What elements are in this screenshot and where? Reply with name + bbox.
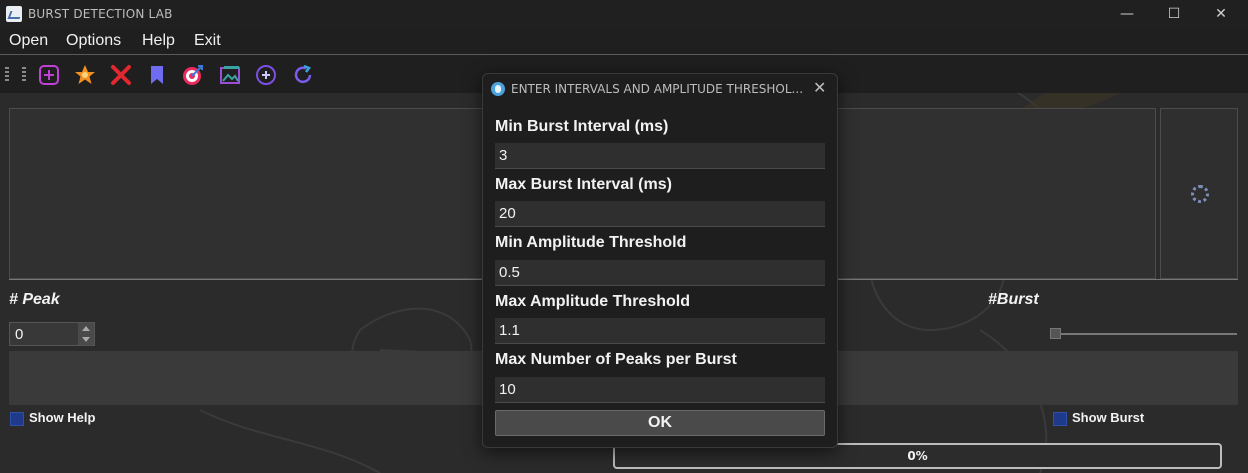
peak-value: 0 xyxy=(15,326,24,343)
zoom-in-icon[interactable] xyxy=(255,64,277,86)
burst-label: #Burst xyxy=(988,291,1039,308)
side-plot-area xyxy=(1160,108,1238,279)
show-burst-label[interactable]: Show Burst xyxy=(1072,410,1144,425)
max-peaks-per-burst-input[interactable] xyxy=(495,377,825,403)
menu-bar: Open Options Help Exit xyxy=(0,30,1248,55)
show-burst-checkbox[interactable] xyxy=(1053,412,1067,426)
delete-icon[interactable] xyxy=(110,64,132,86)
maximize-button[interactable]: ☐ xyxy=(1151,0,1197,30)
menu-help[interactable]: Help xyxy=(142,32,175,50)
toolbar-grip[interactable] xyxy=(5,67,9,83)
add-icon[interactable] xyxy=(38,64,60,86)
peak-spinbox[interactable]: 0 xyxy=(9,322,95,346)
max-burst-interval-label: Max Burst Interval (ms) xyxy=(495,176,672,193)
min-burst-interval-label: Min Burst Interval (ms) xyxy=(495,118,669,135)
show-help-checkbox[interactable] xyxy=(10,412,24,426)
minimize-button[interactable]: — xyxy=(1104,0,1150,30)
dialog-close-icon[interactable]: ✕ xyxy=(813,78,826,97)
show-help-label[interactable]: Show Help xyxy=(29,410,95,425)
threshold-dialog: ENTER INTERVALS AND AMPLITUDE THRESHOL..… xyxy=(482,73,838,448)
burst-slider-track[interactable] xyxy=(1052,333,1237,335)
dialog-title: ENTER INTERVALS AND AMPLITUDE THRESHOL..… xyxy=(511,82,804,96)
chevron-up-icon[interactable] xyxy=(82,326,90,331)
min-amplitude-threshold-label: Min Amplitude Threshold xyxy=(495,234,687,251)
target-icon[interactable] xyxy=(182,64,204,86)
min-amplitude-threshold-input[interactable] xyxy=(495,260,825,286)
close-button[interactable]: ✕ xyxy=(1198,0,1244,30)
progress-text: 0% xyxy=(907,449,928,463)
refresh-icon[interactable] xyxy=(292,64,314,86)
ok-button[interactable]: OK xyxy=(495,410,825,436)
star-icon[interactable] xyxy=(74,64,96,86)
app-logo-icon xyxy=(6,6,22,22)
chevron-down-icon[interactable] xyxy=(82,337,90,342)
max-amplitude-threshold-input[interactable] xyxy=(495,318,825,344)
max-peaks-per-burst-label: Max Number of Peaks per Burst xyxy=(495,351,737,368)
loading-spinner-icon xyxy=(1191,185,1209,203)
window-title: BURST DETECTION LAB xyxy=(28,7,173,21)
menu-open[interactable]: Open xyxy=(9,32,48,50)
image-icon[interactable] xyxy=(219,64,241,86)
window-titlebar[interactable]: BURST DETECTION LAB — ☐ ✕ xyxy=(0,0,1248,30)
burst-slider-handle[interactable] xyxy=(1050,328,1061,339)
menu-exit[interactable]: Exit xyxy=(194,32,221,50)
max-amplitude-threshold-label: Max Amplitude Threshold xyxy=(495,293,690,310)
bookmark-icon[interactable] xyxy=(146,64,168,86)
dialog-app-icon xyxy=(491,82,505,96)
peak-label: # Peak xyxy=(9,291,60,308)
max-burst-interval-input[interactable] xyxy=(495,201,825,227)
min-burst-interval-input[interactable] xyxy=(495,143,825,169)
spin-buttons[interactable] xyxy=(78,323,94,345)
menu-options[interactable]: Options xyxy=(66,32,121,50)
toolbar-grip[interactable] xyxy=(22,67,26,83)
